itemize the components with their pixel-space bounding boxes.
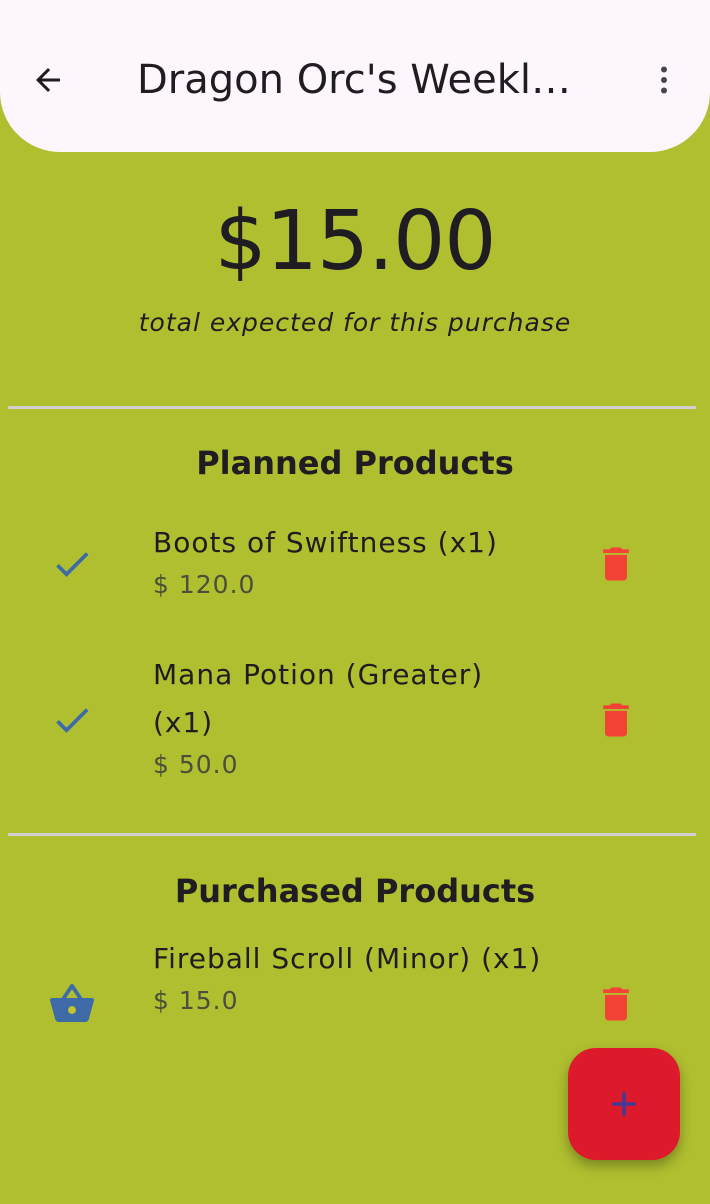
shopping-basket-icon	[50, 983, 94, 1022]
add-product-button[interactable]	[568, 1048, 680, 1160]
delete-button[interactable]	[592, 980, 640, 1028]
check-icon	[56, 552, 89, 577]
more-options-button[interactable]	[640, 56, 688, 104]
plus-icon	[612, 1092, 636, 1116]
divider	[8, 406, 696, 409]
toggle-purchased-button[interactable]	[48, 696, 96, 744]
product-name: Fireball Scroll (Minor) (x1)	[153, 942, 542, 975]
app-bar: Dragon Orc's Weekly Shopping	[0, 0, 710, 152]
list-item[interactable]: Mana Potion (Greater) (x1) $ 50.0	[153, 651, 543, 783]
arrow-back-icon	[36, 68, 60, 92]
toggle-purchased-button[interactable]	[48, 980, 96, 1028]
product-name: Boots of Swiftness (x1)	[153, 526, 498, 559]
product-price: $ 120.0	[153, 570, 256, 599]
list-item[interactable]: Fireball Scroll (Minor) (x1) $ 15.0	[153, 935, 543, 1019]
delete-button[interactable]	[592, 696, 640, 744]
check-icon	[56, 708, 89, 733]
toggle-purchased-button[interactable]	[48, 540, 96, 588]
back-button[interactable]	[24, 56, 72, 104]
planned-products-title: Planned Products	[196, 444, 514, 482]
product-price: $ 15.0	[153, 986, 239, 1015]
product-name: Mana Potion (Greater) (x1)	[153, 658, 484, 739]
more-vert-icon	[661, 66, 667, 94]
delete-icon	[603, 547, 629, 581]
delete-icon	[603, 987, 629, 1021]
product-price: $ 50.0	[153, 750, 239, 779]
total-amount: $15.00	[214, 194, 497, 289]
delete-icon	[603, 703, 629, 737]
list-item[interactable]: Boots of Swiftness (x1) $ 120.0	[153, 519, 543, 603]
page-title: Dragon Orc's Weekly Shopping	[137, 57, 582, 103]
purchased-products-title: Purchased Products	[174, 872, 536, 910]
divider	[8, 833, 696, 836]
total-caption: total expected for this purchase	[138, 308, 572, 337]
delete-button[interactable]	[592, 540, 640, 588]
